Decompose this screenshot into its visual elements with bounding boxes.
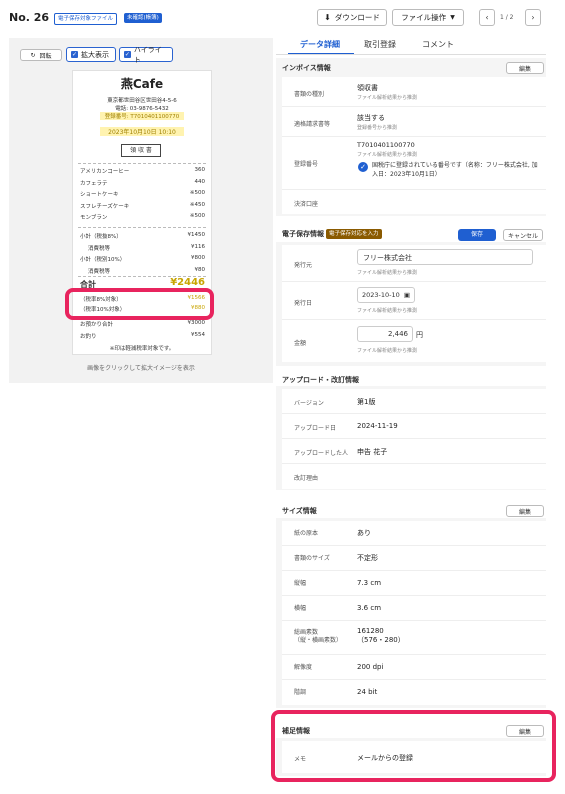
next-page-button[interactable]: › (525, 9, 541, 26)
size-row: 縦幅 7.3 cm (282, 571, 546, 596)
item-price: ※450 (189, 201, 205, 208)
total-value: ¥2446 (170, 277, 205, 288)
size-row: 解像度 200 dpi (282, 655, 546, 680)
deposit-label: お預かり合計 (80, 322, 114, 328)
rotate-icon: ↻ (30, 51, 36, 59)
preview-caption: 画像をクリックして拡大イメージを表示 (87, 365, 195, 372)
item-price: ※500 (189, 213, 205, 219)
item-name: スフレチーズケーキ (80, 203, 130, 210)
chevron-down-icon: ▼ (450, 14, 455, 21)
invoice-edit-button[interactable]: 編集 (506, 62, 544, 74)
row-issue-date: 発行日 2023-10-10 ▣ ファイル解析結果から推測 (282, 282, 546, 320)
tab-comment[interactable]: コメント (422, 39, 454, 50)
row-issuer: 発行元 フリー株式会社 ファイル解析結果から推測 (282, 245, 546, 282)
item-name: モンブラン (80, 215, 108, 221)
size-row: 書類のサイズ 不定形 (282, 546, 546, 571)
epreserve-title: 電子保存情報 (282, 230, 324, 238)
size-row: 横幅 3.6 cm (282, 596, 546, 621)
epreserve-badge: 電子保存対応を入力 (326, 229, 382, 239)
upload-row: 改訂理由 (282, 464, 546, 489)
row-qualified-invoice: 適格請求書等 該当する 登録番号から推測 (282, 107, 546, 137)
deposit-value: ¥3000 (187, 320, 206, 326)
item-name: ショートケーキ (80, 192, 119, 198)
tab-data-detail[interactable]: データ詳細 (300, 39, 340, 50)
change-value: ¥554 (191, 332, 205, 338)
page-indicator: 1 / 2 (500, 14, 514, 21)
chevron-left-icon: ‹ (485, 13, 489, 22)
status-badge: 未確認(帳簿) (124, 13, 162, 23)
change-label: お釣り (80, 334, 97, 340)
size-row: 総画素数 （縦・横画素数） 161280 （576・280） (282, 621, 546, 655)
row-payment-account: 決済口座 (282, 190, 546, 214)
chevron-right-icon: › (531, 13, 535, 22)
upload-row: バージョン 第1版 (282, 389, 546, 414)
download-icon: ⬇ (324, 13, 331, 22)
subtotal-value: ¥116 (191, 243, 205, 250)
document-number: No. 26 (9, 11, 50, 24)
item-name: カフェラテ (80, 180, 108, 187)
cancel-button[interactable]: キャンセル (503, 229, 543, 241)
file-ops-button[interactable]: ファイル操作 ▼ (392, 9, 464, 26)
size-title: サイズ情報 (282, 507, 317, 515)
subtotal-label: 小計（税別10%） (80, 257, 126, 263)
extra-highlight-frame (271, 710, 556, 782)
issuer-input[interactable]: フリー株式会社 (357, 249, 533, 265)
subtotal-label: 消費税等 (88, 268, 111, 275)
item-price: 360 (194, 167, 206, 173)
upload-row: アップロードした人 申告 花子 (282, 439, 546, 464)
size-row: 紙の原本 あり (282, 521, 546, 546)
upload-title: アップロード・改訂情報 (282, 376, 359, 384)
tax-highlight-frame (65, 288, 214, 320)
upload-row: アップロード日 2024-11-19 (282, 414, 546, 439)
calendar-icon: ▣ (403, 291, 410, 299)
invoice-title: インボイス情報 (282, 64, 331, 72)
receipt-note: ※印は軽減税率対象です。 (109, 346, 175, 352)
receipt-title: 領 収 書 (121, 144, 161, 157)
item-name: アメリカンコーヒー (80, 169, 130, 175)
item-price: 440 (194, 178, 206, 185)
subtotal-label: 消費税等 (88, 245, 111, 252)
row-registration: 登録番号 T7010401100770 ファイル解析結果から推測 ✓ 国税庁に登… (282, 137, 546, 190)
receipt-date: 2023年10月10日 10:10 (100, 127, 184, 136)
zoom-checkbox[interactable]: ✓ 拡大表示 (66, 47, 116, 62)
size-edit-button[interactable]: 編集 (506, 505, 544, 517)
issue-date-input[interactable]: 2023-10-10 ▣ (357, 287, 415, 303)
rotate-button[interactable]: ↻ 回転 (20, 49, 62, 61)
row-amount: 金額 2,446 円 ファイル解析結果から推測 (282, 320, 546, 362)
registration-number: 登録番号: T7010401100770 (100, 112, 184, 120)
row-doc-type: 書類の種別 領収書 ファイル解析結果から推測 (282, 77, 546, 107)
item-price: ※500 (189, 190, 205, 196)
subtotal-value: ¥80 (194, 266, 206, 273)
subtotal-value: ¥800 (191, 255, 205, 261)
e-preserve-badge: 電子保存対象ファイル (54, 13, 118, 25)
verified-check-icon: ✓ (358, 162, 368, 172)
store-address: 東京都世田谷区世田谷4-5-6 (107, 98, 177, 104)
store-phone: 電話: 03-9876-5432 (115, 106, 169, 112)
amount-input[interactable]: 2,446 (357, 326, 413, 342)
subtotal-value: ¥1450 (187, 232, 206, 238)
size-row: 階調 24 bit (282, 680, 546, 705)
subtotal-label: 小計（税抜8%） (80, 234, 122, 240)
check-icon: ✓ (124, 51, 131, 58)
prev-page-button[interactable]: ‹ (479, 9, 495, 26)
store-name: 燕Cafe (120, 77, 164, 91)
tab-transaction[interactable]: 取引登録 (364, 39, 396, 50)
download-button[interactable]: ⬇ ダウンロード (317, 9, 387, 26)
save-button[interactable]: 保存 (458, 229, 496, 241)
highlight-checkbox[interactable]: ✓ ハイライト (119, 46, 173, 64)
check-icon: ✓ (71, 51, 78, 58)
